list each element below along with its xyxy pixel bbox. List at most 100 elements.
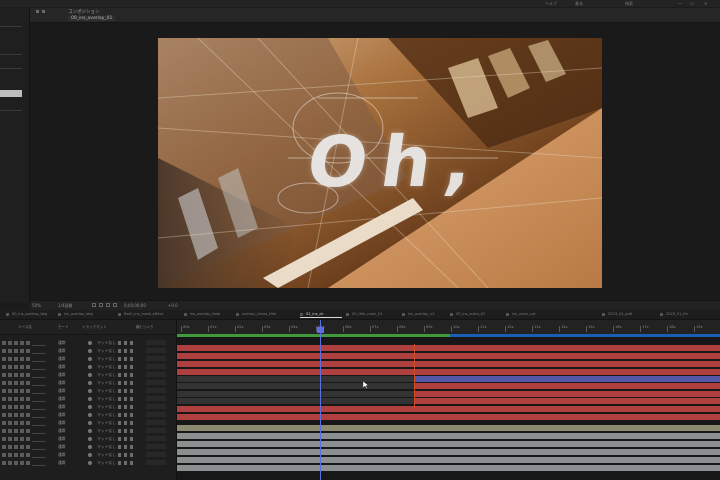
- maximize-button[interactable]: ☐: [690, 0, 694, 7]
- motion-blur-icon[interactable]: [130, 429, 133, 433]
- label-color-icon[interactable]: [26, 437, 30, 441]
- motion-blur-icon[interactable]: [130, 397, 133, 401]
- track-matte-icon[interactable]: [88, 405, 92, 409]
- layer-row[interactable]: 通常 マットなし: [0, 451, 176, 459]
- motion-blur-icon[interactable]: [130, 373, 133, 377]
- lock-icon[interactable]: [20, 429, 24, 433]
- solo-icon[interactable]: [14, 397, 18, 401]
- track-matte-icon[interactable]: [88, 397, 92, 401]
- parent-link-dropdown[interactable]: [146, 460, 166, 465]
- solo-icon[interactable]: [14, 365, 18, 369]
- layer-mode-dropdown[interactable]: 通常: [58, 460, 66, 466]
- close-icon[interactable]: [602, 312, 605, 316]
- lock-icon[interactable]: [20, 389, 24, 393]
- motion-blur-icon[interactable]: [130, 413, 133, 417]
- layer-name-field[interactable]: [32, 404, 46, 410]
- timeline-tab[interactable]: 00_ins_overlay_bkg: [6, 311, 54, 318]
- layer-name-field[interactable]: [32, 444, 46, 450]
- timeline-tab[interactable]: ins_overlay_bkg: [58, 311, 114, 318]
- track-matte-dropdown[interactable]: マットなし: [97, 396, 116, 402]
- fx-switch-icon[interactable]: [124, 453, 127, 457]
- resolution-dropdown[interactable]: 1/4画質: [58, 303, 72, 309]
- eye-icon[interactable]: [2, 373, 6, 377]
- solo-icon[interactable]: [14, 405, 18, 409]
- layer-mode-dropdown[interactable]: 通常: [58, 364, 66, 370]
- parent-link-dropdown[interactable]: [146, 340, 166, 345]
- layer-bar[interactable]: [177, 376, 414, 382]
- eye-icon[interactable]: [2, 437, 6, 441]
- shy-switch-icon[interactable]: [118, 341, 121, 345]
- close-icon[interactable]: [450, 312, 453, 316]
- audio-icon[interactable]: [8, 381, 12, 385]
- audio-icon[interactable]: [8, 453, 12, 457]
- audio-icon[interactable]: [8, 389, 12, 393]
- track-matte-icon[interactable]: [88, 413, 92, 417]
- layer-name-field[interactable]: [32, 460, 46, 466]
- layer-name-field[interactable]: [32, 396, 46, 402]
- layer-mode-dropdown[interactable]: 通常: [58, 388, 66, 394]
- layer-bar[interactable]: [177, 406, 720, 412]
- shy-switch-icon[interactable]: [118, 365, 121, 369]
- column-parent[interactable]: 親とリンク: [136, 325, 154, 330]
- menu-item-search[interactable]: 検索: [625, 0, 633, 7]
- parent-link-dropdown[interactable]: [146, 364, 166, 369]
- out-point-marker[interactable]: [414, 344, 415, 409]
- lock-icon[interactable]: [20, 437, 24, 441]
- eye-icon[interactable]: [2, 341, 6, 345]
- shy-switch-icon[interactable]: [118, 381, 121, 385]
- shy-switch-icon[interactable]: [118, 405, 121, 409]
- column-track-matte[interactable]: トラックマット: [82, 325, 107, 330]
- motion-blur-icon[interactable]: [130, 405, 133, 409]
- eye-icon[interactable]: [2, 405, 6, 409]
- layer-name-field[interactable]: [32, 436, 46, 442]
- motion-blur-icon[interactable]: [130, 421, 133, 425]
- layer-mode-dropdown[interactable]: 通常: [58, 380, 66, 386]
- layer-name-field[interactable]: [32, 388, 46, 394]
- audio-icon[interactable]: [8, 413, 12, 417]
- close-icon[interactable]: [506, 312, 509, 316]
- label-color-icon[interactable]: [26, 381, 30, 385]
- timeline-tab[interactable]: overlay_chara_title: [236, 311, 292, 318]
- menu-icon[interactable]: [42, 10, 45, 13]
- fx-switch-icon[interactable]: [124, 357, 127, 361]
- layer-row[interactable]: 通常 マットなし: [0, 427, 176, 435]
- track-matte-dropdown[interactable]: マットなし: [97, 348, 116, 354]
- fx-switch-icon[interactable]: [124, 381, 127, 385]
- layer-row[interactable]: 通常 マットなし: [0, 379, 176, 387]
- panel-tab-composition[interactable]: コンポジション: [68, 9, 100, 15]
- lock-icon[interactable]: [20, 373, 24, 377]
- track-matte-icon[interactable]: [88, 341, 92, 345]
- track-matte-dropdown[interactable]: マットなし: [97, 452, 116, 458]
- eye-icon[interactable]: [2, 413, 6, 417]
- motion-blur-icon[interactable]: [130, 437, 133, 441]
- solo-icon[interactable]: [14, 421, 18, 425]
- label-color-icon[interactable]: [26, 429, 30, 433]
- eye-icon[interactable]: [2, 357, 6, 361]
- label-color-icon[interactable]: [26, 445, 30, 449]
- audio-icon[interactable]: [8, 341, 12, 345]
- audio-icon[interactable]: [8, 437, 12, 441]
- motion-blur-icon[interactable]: [130, 445, 133, 449]
- layer-row[interactable]: 通常 マットなし: [0, 339, 176, 347]
- label-color-icon[interactable]: [26, 341, 30, 345]
- solo-icon[interactable]: [14, 437, 18, 441]
- layer-name-field[interactable]: [32, 428, 46, 434]
- timeline-graph[interactable]: 00s01s02s03s04s05s06s07s08s09s10s11s12s1…: [177, 320, 720, 480]
- timeline-tab[interactable]: ins_overlay_fade: [184, 311, 232, 318]
- layer-row[interactable]: 通常 マットなし: [0, 403, 176, 411]
- menu-item-help[interactable]: ヘルプ: [545, 0, 557, 7]
- layer-row[interactable]: 通常 マットなし: [0, 355, 176, 363]
- shy-switch-icon[interactable]: [118, 413, 121, 417]
- layer-bar[interactable]: [177, 433, 720, 439]
- color-channel-icon[interactable]: [113, 303, 117, 307]
- layer-name-field[interactable]: [32, 372, 46, 378]
- work-area-bar[interactable]: [177, 334, 720, 337]
- shy-switch-icon[interactable]: [118, 429, 121, 433]
- track-matte-icon[interactable]: [88, 389, 92, 393]
- lock-icon[interactable]: [20, 445, 24, 449]
- parent-link-dropdown[interactable]: [146, 348, 166, 353]
- transparency-grid-icon[interactable]: [92, 303, 96, 307]
- layer-bar[interactable]: [177, 414, 720, 420]
- eye-icon[interactable]: [2, 381, 6, 385]
- layer-name-field[interactable]: [32, 364, 46, 370]
